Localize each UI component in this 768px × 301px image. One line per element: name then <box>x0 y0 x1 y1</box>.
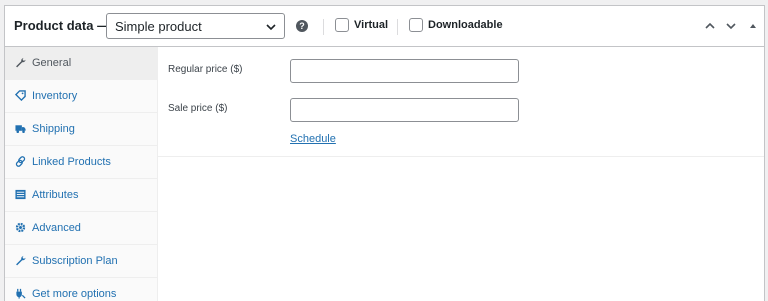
tab-label: Get more options <box>32 288 117 300</box>
chevron-up-icon[interactable] <box>704 20 716 32</box>
truck-icon <box>15 125 26 133</box>
virtual-label: Virtual <box>354 19 389 31</box>
tab-inventory[interactable]: Inventory <box>5 80 157 113</box>
help-icon[interactable]: ? <box>296 20 308 32</box>
sale-price-input[interactable] <box>290 98 519 122</box>
plugin-icon <box>16 288 26 299</box>
regular-price-input[interactable] <box>290 59 519 83</box>
gear-icon <box>15 222 26 233</box>
tab-label: Advanced <box>32 222 81 234</box>
product-type-value: Simple product <box>115 19 202 34</box>
sale-price-label: Sale price ($) <box>168 103 228 114</box>
toggle-panel-icon[interactable] <box>747 20 759 32</box>
schedule-link[interactable]: Schedule <box>290 133 336 145</box>
wrench-icon <box>16 57 26 68</box>
downloadable-checkbox[interactable] <box>409 18 423 32</box>
tab-label: Linked Products <box>32 156 111 168</box>
tab-attributes[interactable]: Attributes <box>5 179 157 212</box>
product-data-tabs: General Inventory Shipping Linked Produc… <box>5 47 158 301</box>
tab-linked-products[interactable]: Linked Products <box>5 146 157 179</box>
tag-icon <box>15 90 26 101</box>
virtual-checkbox[interactable] <box>335 18 349 32</box>
regular-price-label: Regular price ($) <box>168 64 243 75</box>
tab-label: Inventory <box>32 90 78 102</box>
downloadable-label: Downloadable <box>428 19 503 31</box>
general-options-panel: Regular price ($) Sale price ($) Schedul… <box>158 47 764 157</box>
list-icon <box>15 189 26 200</box>
chevron-down-icon[interactable] <box>725 20 737 32</box>
tab-shipping[interactable]: Shipping <box>5 113 157 146</box>
tab-general[interactable]: General <box>5 47 157 80</box>
tab-subscription-plan[interactable]: Subscription Plan <box>5 245 157 278</box>
tab-label: Attributes <box>32 189 79 201</box>
tab-label: Shipping <box>32 123 75 135</box>
product-type-select[interactable]: Simple product <box>106 13 285 39</box>
product-data-title: Product data — <box>14 18 111 33</box>
tab-advanced[interactable]: Advanced <box>5 212 157 245</box>
tab-get-more-options[interactable]: Get more options <box>5 278 157 301</box>
chevron-down-icon <box>266 24 276 31</box>
tab-label: General <box>32 57 72 69</box>
link-icon <box>15 156 26 167</box>
separator <box>323 19 324 35</box>
product-data-panel: Product data — Simple product ? Virtual … <box>4 5 765 301</box>
tab-label: Subscription Plan <box>32 255 118 267</box>
wrench-icon <box>16 255 26 266</box>
separator <box>397 19 398 35</box>
product-data-header: Product data — Simple product ? Virtual … <box>5 6 764 47</box>
